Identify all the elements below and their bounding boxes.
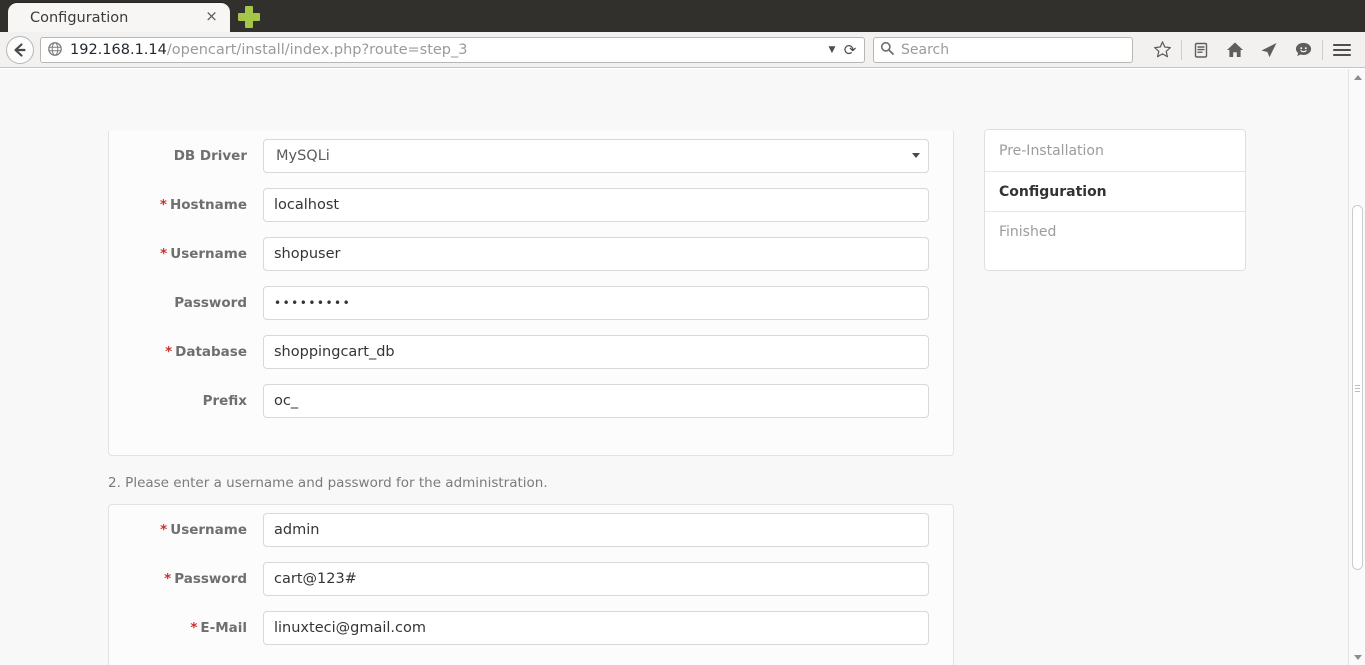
scroll-up-arrow-icon[interactable] — [1349, 69, 1365, 85]
form-row-admin-password: * Password cart@123# — [109, 554, 953, 603]
label-text: Database — [175, 343, 247, 360]
required-asterisk: * — [159, 196, 167, 213]
label-db-password: Password — [121, 295, 263, 311]
label-admin-email: * E-Mail — [121, 620, 263, 636]
bookmark-star-icon[interactable] — [1145, 35, 1179, 65]
select-db-driver[interactable]: MySQLi — [263, 138, 929, 173]
label-text: Password — [174, 570, 247, 587]
address-bar[interactable]: 192.168.1.14/opencart/install/index.php?… — [40, 36, 865, 63]
label-text: Username — [170, 245, 247, 262]
sidebar-item-finished[interactable]: Finished — [985, 211, 1245, 251]
page-viewport: DB Driver MySQLi * Hostname localhost * … — [0, 69, 1365, 665]
label-text: Hostname — [169, 196, 247, 213]
chat-smiley-icon[interactable] — [1286, 35, 1320, 65]
label-text: E-Mail — [200, 619, 247, 636]
library-icon[interactable] — [1184, 35, 1218, 65]
back-arrow-icon[interactable] — [6, 35, 34, 64]
url-path: /opencart/install/index.php?route=step_3 — [166, 41, 468, 58]
label-db-database: * Database — [121, 344, 263, 360]
url-text: 192.168.1.14/opencart/install/index.php?… — [70, 38, 824, 62]
sidebar-item-pre-installation[interactable]: Pre-Installation — [985, 130, 1245, 171]
browser-toolbar-icons — [1145, 35, 1359, 65]
administration-settings-panel: * Username admin * Password cart@123# * E-M… — [108, 504, 954, 665]
search-icon — [880, 40, 894, 59]
reload-icon[interactable]: ⟳ — [840, 41, 860, 59]
input-db-prefix[interactable]: oc_ — [263, 383, 929, 418]
close-icon[interactable]: × — [203, 9, 220, 26]
admin-section-note: 2. Please enter a username and password … — [108, 475, 548, 491]
chevron-down-icon — [912, 153, 920, 158]
label-text: DB Driver — [173, 147, 247, 164]
home-icon[interactable] — [1218, 35, 1252, 65]
scrollbar-thumb[interactable] — [1352, 205, 1363, 570]
required-asterisk: * — [165, 343, 173, 360]
required-asterisk: * — [160, 245, 168, 262]
select-db-driver-value: MySQLi — [276, 147, 330, 164]
toolbar-separator — [1322, 39, 1323, 60]
form-row-admin-email: * E-Mail linuxteci@gmail.com — [109, 603, 953, 652]
required-asterisk: * — [164, 570, 172, 587]
menu-hamburger-icon[interactable] — [1325, 35, 1359, 65]
label-db-hostname: * Hostname — [121, 197, 263, 213]
label-text: Prefix — [202, 392, 247, 409]
input-admin-email[interactable]: linuxteci@gmail.com — [263, 610, 929, 645]
label-db-username: * Username — [121, 246, 263, 262]
form-row-db-driver: DB Driver MySQLi — [109, 131, 953, 180]
browser-window: Configuration × 192.168.1.14/opencart/in… — [0, 0, 1365, 665]
navigation-toolbar: 192.168.1.14/opencart/install/index.php?… — [0, 32, 1365, 68]
required-asterisk: * — [160, 521, 168, 538]
label-text: Username — [170, 521, 247, 538]
new-tab-icon[interactable] — [236, 4, 262, 30]
sidebar-item-configuration[interactable]: Configuration — [985, 171, 1245, 211]
installer-page: DB Driver MySQLi * Hostname localhost * … — [0, 69, 1348, 665]
vertical-scrollbar[interactable] — [1348, 69, 1365, 665]
tab-title: Configuration — [30, 9, 129, 26]
label-db-prefix: Prefix — [121, 393, 263, 409]
url-host: 192.168.1.14 — [70, 41, 167, 58]
form-row-db-password: Password ••••••••• — [109, 278, 953, 327]
label-admin-username: * Username — [121, 522, 263, 538]
scroll-down-arrow-icon[interactable] — [1349, 649, 1365, 665]
form-row-db-prefix: Prefix oc_ — [109, 376, 953, 425]
input-db-username[interactable]: shopuser — [263, 236, 929, 271]
share-icon[interactable] — [1252, 35, 1286, 65]
form-row-admin-username: * Username admin — [109, 505, 953, 554]
label-admin-password: * Password — [121, 571, 263, 587]
form-row-db-username: * Username shopuser — [109, 229, 953, 278]
form-row-db-database: * Database shoppingcart_db — [109, 327, 953, 376]
installation-steps-panel: Pre-Installation Configuration Finished — [984, 129, 1246, 271]
database-settings-panel: DB Driver MySQLi * Hostname localhost * … — [108, 131, 954, 456]
input-admin-password[interactable]: cart@123# — [263, 561, 929, 596]
search-input-placeholder[interactable]: Search — [901, 42, 949, 58]
input-db-hostname[interactable]: localhost — [263, 187, 929, 222]
scrollbar-grip-icon — [1355, 384, 1360, 392]
input-db-database[interactable]: shoppingcart_db — [263, 334, 929, 369]
input-db-password[interactable]: ••••••••• — [263, 285, 929, 320]
globe-icon — [47, 41, 65, 59]
label-text: Password — [174, 294, 247, 311]
tab-bar: Configuration × — [0, 0, 1365, 32]
form-row-db-hostname: * Hostname localhost — [109, 180, 953, 229]
label-db-driver: DB Driver — [121, 148, 263, 164]
toolbar-separator — [1181, 39, 1182, 60]
required-asterisk: * — [190, 619, 198, 636]
search-bar[interactable]: Search — [873, 36, 1133, 63]
browser-tab-configuration[interactable]: Configuration × — [8, 3, 230, 32]
input-admin-username[interactable]: admin — [263, 512, 929, 547]
chevron-down-icon[interactable]: ▼ — [824, 45, 840, 55]
